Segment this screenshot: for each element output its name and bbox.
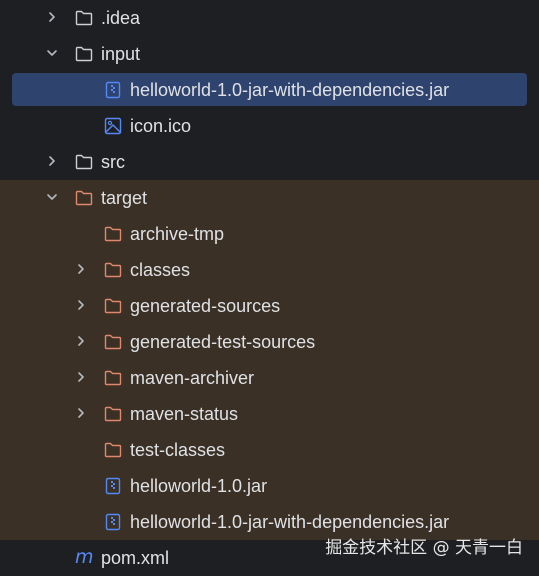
tree-item-maven-archiver[interactable]: maven-archiver [0,360,539,396]
folder-icon [75,190,93,206]
tree-item-idea[interactable]: .idea [0,0,539,36]
tree-item-label: target [101,188,148,208]
chevron-right-icon[interactable] [75,299,87,311]
folder-icon [75,154,93,170]
tree-item-helloworld-deps-jar[interactable]: helloworld-1.0-jar-with-dependencies.jar [0,504,539,540]
folder-icon [104,406,122,422]
tree-item-maven-status[interactable]: maven-status [0,396,539,432]
jar-file-icon [105,81,121,99]
tree-item-generated-test-sources[interactable]: generated-test-sources [0,324,539,360]
chevron-down-icon[interactable] [46,47,58,59]
folder-icon [75,10,93,26]
watermark: 掘金技术社区 @ 天青一白 [325,538,523,558]
tree-item-label: classes [130,260,191,280]
tree-item-label: generated-sources [130,296,281,316]
chevron-right-icon[interactable] [75,263,87,275]
tree-item-src[interactable]: src [0,144,539,180]
tree-item-label: maven-archiver [130,368,255,388]
tree-item-label: icon.ico [130,116,192,136]
chevron-right-icon[interactable] [46,155,58,167]
folder-icon [104,370,122,386]
folder-icon [104,262,122,278]
tree-item-classes[interactable]: classes [0,252,539,288]
tree-item-target[interactable]: target [0,180,539,216]
tree-item-icon-ico[interactable]: icon.ico [0,108,539,144]
tree-item-label: archive-tmp [130,224,225,244]
tree-item-archive-tmp[interactable]: archive-tmp [0,216,539,252]
jar-file-icon [105,477,121,495]
folder-icon [104,226,122,242]
image-file-icon [104,117,122,135]
tree-item-test-classes[interactable]: test-classes [0,432,539,468]
chevron-right-icon[interactable] [75,335,87,347]
folder-icon [104,442,122,458]
tree-item-label: .idea [101,8,141,28]
folder-icon [75,46,93,62]
tree-item-label: helloworld-1.0.jar [130,476,268,496]
tree-item-label: src [101,152,125,172]
folder-icon [104,334,122,350]
chevron-down-icon[interactable] [46,191,58,203]
tree-item-label: generated-test-sources [130,332,316,352]
svg-text:m: m [75,546,94,568]
tree-item-generated-sources[interactable]: generated-sources [0,288,539,324]
chevron-right-icon[interactable] [46,11,58,23]
jar-file-icon [105,513,121,531]
tree-item-label: pom.xml [101,548,170,568]
project-tree: .idea input helloworld-1.0-jar-with-depe… [0,0,539,573]
folder-icon [104,298,122,314]
maven-icon: m [75,546,94,568]
tree-item-label: helloworld-1.0-jar-with-dependencies.jar [130,80,450,100]
tree-item-helloworld-jar[interactable]: helloworld-1.0.jar [0,468,539,504]
tree-item-label: input [101,44,141,64]
tree-item-input[interactable]: input [0,36,539,72]
tree-item-label: maven-status [130,404,239,424]
tree-item-label: helloworld-1.0-jar-with-dependencies.jar [130,512,450,532]
chevron-right-icon[interactable] [75,407,87,419]
tree-item-label: test-classes [130,440,226,460]
tree-item-selected-jar[interactable]: helloworld-1.0-jar-with-dependencies.jar [0,72,539,108]
chevron-right-icon[interactable] [75,371,87,383]
